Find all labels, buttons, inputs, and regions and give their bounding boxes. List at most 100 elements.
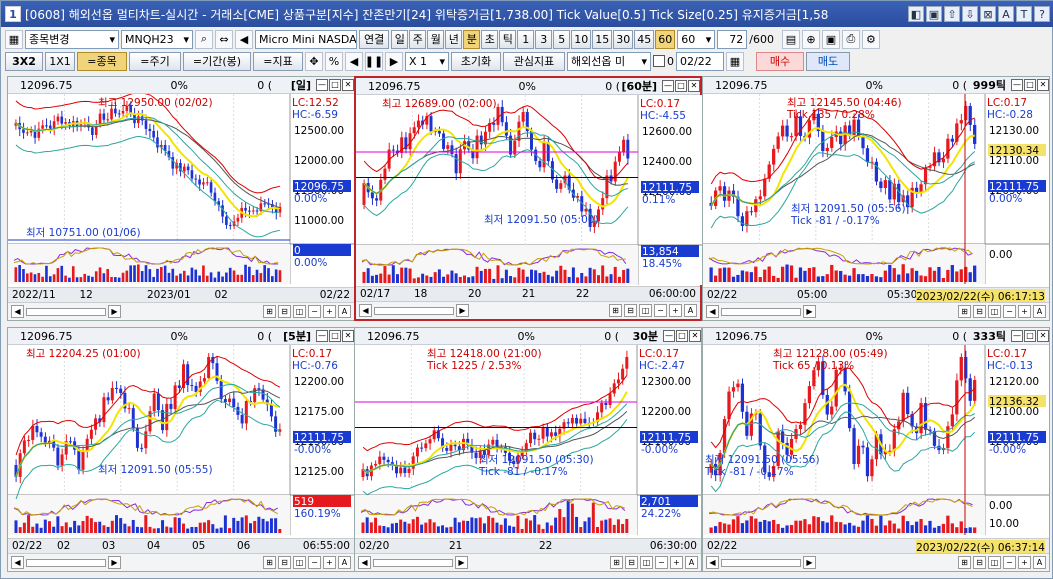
minimize-icon[interactable]: — [662, 80, 674, 92]
candlestick-chart[interactable]: LC:0.17HC:-0.1312120.0012100.0012090.001… [703, 345, 1049, 535]
zoom-out-icon[interactable]: − [1003, 305, 1016, 318]
title-button-6[interactable]: T [1016, 6, 1032, 22]
buy-button[interactable]: 매수 [756, 51, 804, 71]
tool-icon-3[interactable]: ◫ [293, 305, 306, 318]
layout-icon[interactable]: ▤ [781, 29, 800, 49]
title-button-5[interactable]: A [998, 6, 1014, 22]
scroll-left-icon[interactable]: ◀ [358, 556, 371, 569]
interval-select[interactable]: 60 ▾ [677, 29, 716, 49]
minimize-icon[interactable]: — [316, 79, 328, 91]
panel-period[interactable]: [일] [291, 77, 311, 93]
scroll-right-icon[interactable]: ▶ [455, 556, 468, 569]
scroll-right-icon[interactable]: ▶ [456, 304, 469, 317]
tool-icon-1[interactable]: ⊞ [609, 304, 622, 317]
tool-icon-1[interactable]: ⊞ [958, 556, 971, 569]
period-button-4[interactable]: 분 [463, 29, 481, 49]
close-icon[interactable]: ✕ [342, 330, 354, 342]
symbol-input[interactable]: MNQH23 ▾ [121, 29, 193, 49]
chart-sync-icon[interactable]: ⇔ [215, 29, 233, 49]
candlestick-chart[interactable]: LC:12.52HC:-6.5912500.0012000.0011500.00… [8, 94, 354, 284]
tool-icon-3[interactable]: ◫ [988, 556, 1001, 569]
period-button-10[interactable]: 10 [571, 29, 592, 49]
checkbox[interactable] [653, 55, 665, 67]
maximize-icon[interactable]: □ [1024, 79, 1036, 91]
minimize-icon[interactable]: — [1011, 79, 1023, 91]
scroll-track[interactable] [721, 558, 801, 567]
tool-icon-2[interactable]: ⊟ [278, 305, 291, 318]
close-icon[interactable]: ✕ [688, 80, 700, 92]
market-select[interactable]: 해외선옵 미 ▾ [567, 51, 651, 71]
minimize-icon[interactable]: — [663, 330, 675, 342]
chart-panel-2[interactable]: 12096.75 0% 0 ( [60분] — □ ✕ LC:0.17 HC:-4… [354, 76, 702, 321]
zoom-icon[interactable]: ⊕ [801, 29, 820, 49]
tool-icon-3[interactable]: ◫ [639, 304, 652, 317]
percent-button[interactable]: % [325, 51, 343, 71]
layout-1x1-button[interactable]: 1X1 [45, 51, 75, 71]
font-icon[interactable]: A [1033, 305, 1046, 318]
play-icon[interactable]: ▶ [385, 51, 403, 71]
title-button-4[interactable]: ⊠ [980, 6, 996, 22]
zoom-in-icon[interactable]: + [323, 305, 336, 318]
count-input[interactable]: 72 [717, 29, 748, 49]
settings-icon[interactable]: ⚙ [861, 29, 880, 49]
zoom-in-icon[interactable]: + [669, 304, 682, 317]
grid-icon[interactable]: ▦ [5, 29, 23, 49]
scroll-left-icon[interactable]: ◀ [706, 305, 719, 318]
chart-panel-5[interactable]: 12096.75 0% 0 ( 30분 — □ ✕ LC:0.17 HC:-2.4… [354, 327, 702, 572]
maximize-icon[interactable]: □ [1024, 330, 1036, 342]
calendar-icon[interactable]: ▦ [726, 51, 744, 71]
sound-icon[interactable]: ◀ [235, 29, 253, 49]
date-input[interactable]: 02/22 [676, 51, 724, 71]
font-icon[interactable]: A [338, 556, 351, 569]
period-button-2[interactable]: 월 [427, 29, 445, 49]
period-button-1[interactable]: 주 [409, 29, 427, 49]
close-icon[interactable]: ✕ [342, 79, 354, 91]
title-button-3[interactable]: ⇩ [962, 6, 978, 22]
zoom-out-icon[interactable]: − [655, 556, 668, 569]
tool-icon-2[interactable]: ⊟ [973, 305, 986, 318]
title-button-7[interactable]: ? [1034, 6, 1050, 22]
tool-icon-2[interactable]: ⊟ [278, 556, 291, 569]
zoom-out-icon[interactable]: − [1003, 556, 1016, 569]
period-button-12[interactable]: 30 [613, 29, 634, 49]
tool-icon-1[interactable]: ⊞ [958, 305, 971, 318]
scroll-right-icon[interactable]: ▶ [803, 305, 816, 318]
chart-panel-3[interactable]: 12096.75 0% 0 ( 999틱 — □ ✕ LC:0.17 HC:-0.… [702, 76, 1050, 321]
period-button-0[interactable]: 일 [391, 29, 409, 49]
period-button-5[interactable]: 초 [481, 29, 499, 49]
tool-icon-3[interactable]: ◫ [293, 556, 306, 569]
zoom-out-icon[interactable]: − [308, 556, 321, 569]
scroll-right-icon[interactable]: ▶ [108, 305, 121, 318]
title-button-0[interactable]: ◧ [908, 6, 924, 22]
tool-icon-2[interactable]: ⊟ [624, 304, 637, 317]
tool-icon-2[interactable]: ⊟ [973, 556, 986, 569]
tool-icon-2[interactable]: ⊟ [625, 556, 638, 569]
scroll-left-icon[interactable]: ◀ [11, 305, 24, 318]
title-button-1[interactable]: ▣ [926, 6, 942, 22]
scroll-track[interactable] [374, 306, 454, 315]
cycle-sync-button[interactable]: =주기 [129, 51, 181, 71]
maximize-icon[interactable]: □ [676, 330, 688, 342]
period-button-13[interactable]: 45 [634, 29, 655, 49]
reset-button[interactable]: 초기화 [451, 51, 501, 71]
font-icon[interactable]: A [684, 304, 697, 317]
scroll-right-icon[interactable]: ▶ [108, 556, 121, 569]
tool-icon-1[interactable]: ⊞ [263, 556, 276, 569]
scroll-left-icon[interactable]: ◀ [359, 304, 372, 317]
move-icon[interactable]: ✥ [305, 51, 323, 71]
watch-indicator-button[interactable]: 관심지표 [503, 51, 565, 71]
period-button-11[interactable]: 15 [592, 29, 613, 49]
scroll-left-icon[interactable]: ◀ [11, 556, 24, 569]
close-icon[interactable]: ✕ [1037, 330, 1049, 342]
save-icon[interactable]: ▣ [821, 29, 840, 49]
chart-panel-4[interactable]: 12096.75 0% 0 ( [5분] — □ ✕ LC:0.17 HC:-0.… [7, 327, 355, 572]
period-button-9[interactable]: 5 [553, 29, 571, 49]
symbol-change-dropdown[interactable]: 종목변경 ▾ [25, 29, 119, 49]
range-sync-button[interactable]: =기간(봉) [183, 51, 251, 71]
scroll-left-icon[interactable]: ◀ [706, 556, 719, 569]
print-icon[interactable]: ⎙ [841, 29, 860, 49]
period-button-7[interactable]: 1 [517, 29, 535, 49]
item-sync-button[interactable]: =종목 [77, 51, 127, 71]
sell-button[interactable]: 매도 [806, 51, 850, 71]
candlestick-chart[interactable]: LC:0.17HC:-0.2812130.0012110.0012090.001… [703, 94, 1049, 284]
